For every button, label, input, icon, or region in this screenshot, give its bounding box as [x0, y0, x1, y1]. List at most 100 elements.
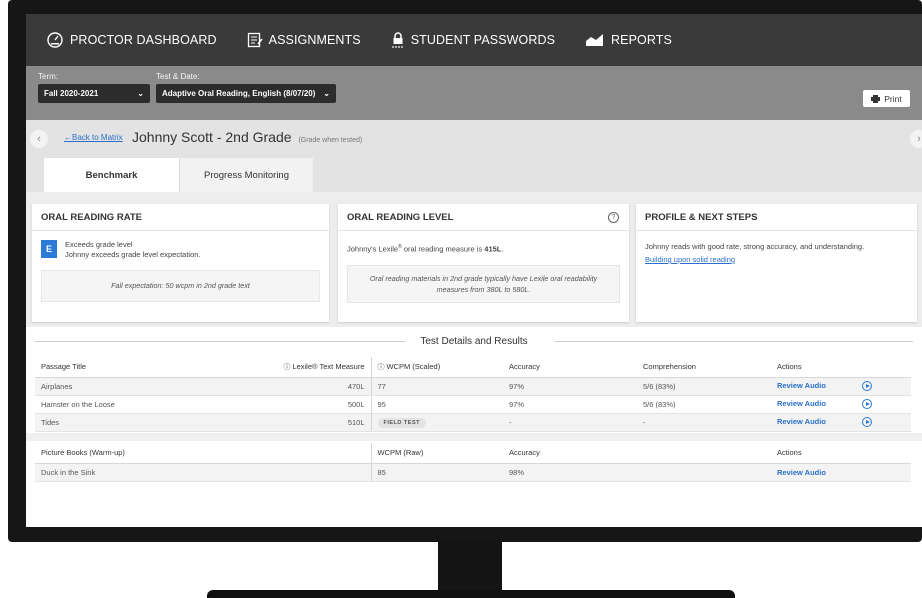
- header-wcpm: ⓘ WCPM (Scaled): [370, 357, 503, 378]
- nav-label: PROCTOR DASHBOARD: [70, 33, 217, 47]
- passage-title: Duck in the Sink: [35, 463, 371, 482]
- wcpm-value: 85: [370, 463, 503, 482]
- exceeds-badge: E: [41, 240, 57, 258]
- actions-cell: Review Audio: [771, 377, 911, 396]
- header-passage: Passage Title: [35, 357, 260, 378]
- profile-next-steps-card: PROFILE & NEXT STEPS Johnny reads with g…: [636, 204, 917, 322]
- header-wcpm-raw: WCPM (Raw): [370, 443, 503, 464]
- level-statement: Johnny's Lexile® oral reading measure is…: [347, 242, 620, 255]
- test-value: Adaptive Oral Reading, English (8/07/20): [162, 89, 316, 98]
- test-label: Test & Date:: [156, 72, 200, 81]
- table-row: Airplanes 470L 77 97% 5/6 (83%) Review A…: [35, 377, 911, 396]
- header-lexile: ⓘ Lexile® Text Measure: [260, 357, 371, 378]
- results-table: Passage Title ⓘ Lexile® Text Measure ⓘ W…: [35, 357, 911, 432]
- test-filter: Test & Date: Adaptive Oral Reading, Engl…: [156, 72, 336, 103]
- card-title: ORAL READING RATE: [32, 204, 329, 231]
- accuracy-value: 97%: [503, 377, 637, 396]
- table-header-row: Picture Books (Warm-up) WCPM (Raw) Accur…: [35, 443, 911, 464]
- tab-progress-monitoring[interactable]: Progress Monitoring: [179, 158, 313, 192]
- card-title: PROFILE & NEXT STEPS: [636, 204, 917, 231]
- wcpm-value: 77: [370, 377, 503, 396]
- review-audio-link[interactable]: Review Audio: [777, 399, 826, 408]
- chevron-down-icon: ⌄: [323, 89, 330, 98]
- actions-cell: Review Audio: [771, 395, 911, 414]
- profile-text: Johnny reads with good rate, strong accu…: [645, 242, 865, 251]
- filter-bar: Term: Fall 2020-2021 ⌄ Test & Date: Adap…: [26, 66, 922, 120]
- building-reading-link[interactable]: Building upon solid reading: [645, 255, 908, 265]
- summary-cards: ORAL READING RATE E Exceeds grade level …: [26, 192, 922, 327]
- content-area: ‹ ←Back to Matrix Johnny Scott - 2nd Gra…: [26, 120, 922, 527]
- rate-headline: Exceeds grade level: [65, 240, 133, 249]
- report-tabs: Benchmark Progress Monitoring: [26, 158, 922, 192]
- monitor-frame: PROCTOR DASHBOARD ASSIGNMENTS STUDENT PA…: [8, 0, 922, 542]
- passage-title: Tides: [35, 413, 260, 432]
- accuracy-value: 98%: [503, 463, 771, 482]
- table-row: Duck in the Sink 85 98% Review Audio: [35, 463, 911, 482]
- back-to-matrix-link[interactable]: ←Back to Matrix: [64, 133, 123, 142]
- previous-student-button[interactable]: ‹: [30, 130, 48, 148]
- printer-icon: [871, 94, 881, 103]
- student-header: ‹ ←Back to Matrix Johnny Scott - 2nd Gra…: [26, 120, 922, 158]
- actions-cell: Review Audio: [771, 463, 911, 482]
- lock-icon: [391, 32, 403, 48]
- accuracy-value: -: [503, 413, 637, 432]
- comprehension-value: 5/6 (83%): [637, 377, 771, 396]
- back-label: Back to Matrix: [72, 133, 123, 142]
- rate-expectation-note: Fall expectation: 50 wcpm in 2nd grade t…: [41, 270, 320, 302]
- student-title: Johnny Scott - 2nd Grade (Grade when tes…: [132, 129, 362, 145]
- monitor-stand-base: [207, 590, 735, 598]
- wcpm-value: 95: [370, 395, 503, 414]
- review-audio-link[interactable]: Review Audio: [777, 381, 826, 390]
- rate-detail: Johnny exceeds grade level expectation.: [65, 250, 201, 259]
- review-audio-link[interactable]: Review Audio: [777, 417, 826, 426]
- header-accuracy: Accuracy: [503, 443, 771, 464]
- nav-assignments[interactable]: ASSIGNMENTS: [247, 32, 361, 48]
- chart-icon: [586, 34, 604, 46]
- help-icon[interactable]: ?: [608, 212, 619, 223]
- nav-reports[interactable]: REPORTS: [585, 33, 672, 47]
- divider: [555, 341, 913, 342]
- actions-cell: Review Audio: [771, 413, 911, 432]
- term-filter: Term: Fall 2020-2021 ⌄: [38, 72, 150, 103]
- header-lexile-text: Lexile® Text Measure: [292, 361, 365, 371]
- document-edit-icon: [247, 32, 263, 48]
- card-title: ORAL READING LEVEL ?: [338, 204, 629, 231]
- level-text-post: .: [501, 244, 504, 254]
- table-row: Tides 510L FIELD TEST - - Review Audio: [35, 413, 911, 432]
- monitor-stand-neck: [438, 542, 502, 592]
- chevron-down-icon: ⌄: [137, 89, 144, 98]
- oral-reading-level-card: ORAL READING LEVEL ? Johnny's Lexile® or…: [338, 204, 629, 322]
- oral-reading-rate-card: ORAL READING RATE E Exceeds grade level …: [32, 204, 329, 322]
- lexile-value: 470L: [260, 377, 371, 396]
- play-audio-icon[interactable]: [861, 417, 872, 427]
- term-value: Fall 2020-2021: [44, 89, 99, 98]
- comprehension-value: -: [637, 413, 771, 432]
- play-audio-icon[interactable]: [861, 399, 872, 409]
- table-row: Hamster on the Loose 500L 95 97% 5/6 (83…: [35, 395, 911, 414]
- header-comprehension: Comprehension: [637, 357, 771, 378]
- warmup-table: Picture Books (Warm-up) WCPM (Raw) Accur…: [35, 443, 911, 482]
- section-title: Test Details and Results: [410, 335, 538, 347]
- nav-label: STUDENT PASSWORDS: [410, 33, 556, 47]
- section-heading: Test Details and Results: [26, 331, 922, 351]
- print-button[interactable]: Print: [863, 90, 910, 107]
- nav-label: REPORTS: [611, 33, 672, 47]
- tab-benchmark[interactable]: Benchmark: [44, 158, 179, 192]
- play-audio-icon[interactable]: [861, 381, 872, 391]
- header-actions: Actions: [771, 357, 911, 378]
- header-actions: Actions: [771, 443, 911, 464]
- term-select[interactable]: Fall 2020-2021 ⌄: [38, 84, 150, 103]
- benchmark-panel: ORAL READING RATE E Exceeds grade level …: [26, 192, 922, 527]
- test-select[interactable]: Adaptive Oral Reading, English (8/07/20)…: [156, 84, 336, 103]
- lexile-measure: 415L: [484, 244, 502, 254]
- nav-proctor-dashboard[interactable]: PROCTOR DASHBOARD: [46, 32, 217, 48]
- nav-student-passwords[interactable]: STUDENT PASSWORDS: [391, 31, 555, 49]
- table-separator: [26, 433, 922, 441]
- level-range-note: Oral reading materials in 2nd grade typi…: [347, 264, 620, 303]
- next-student-button[interactable]: ›: [910, 130, 922, 148]
- term-label: Term:: [38, 72, 58, 81]
- card-title-text: ORAL READING LEVEL: [347, 211, 454, 223]
- dashboard-gauge-icon: [47, 32, 63, 48]
- review-audio-link[interactable]: Review Audio: [777, 468, 826, 477]
- level-text-pre: Johnny's Lexile: [347, 244, 399, 254]
